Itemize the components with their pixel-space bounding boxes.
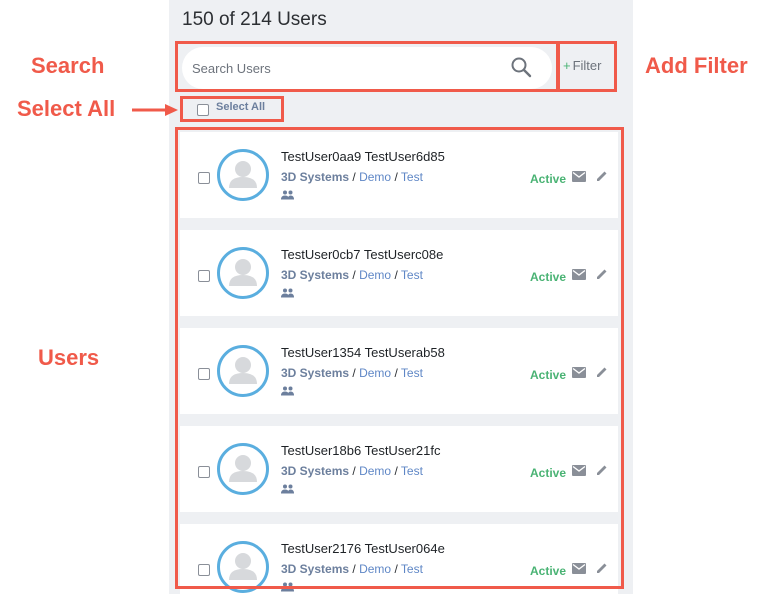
annotation-select-all-label: Select All [17,96,116,121]
annotation-search-box [175,41,559,92]
annotation-users-box [175,127,624,589]
annotation-add-filter-label: Add Filter [645,53,748,78]
annotation-filter-box [557,41,617,92]
annotation-users-label: Users [38,345,100,370]
annotation-select-all-box [180,96,284,122]
user-count-title: 150 of 214 Users [182,9,327,30]
annotation-arrow-icon [132,104,178,116]
annotation-search-label: Search [31,53,105,78]
